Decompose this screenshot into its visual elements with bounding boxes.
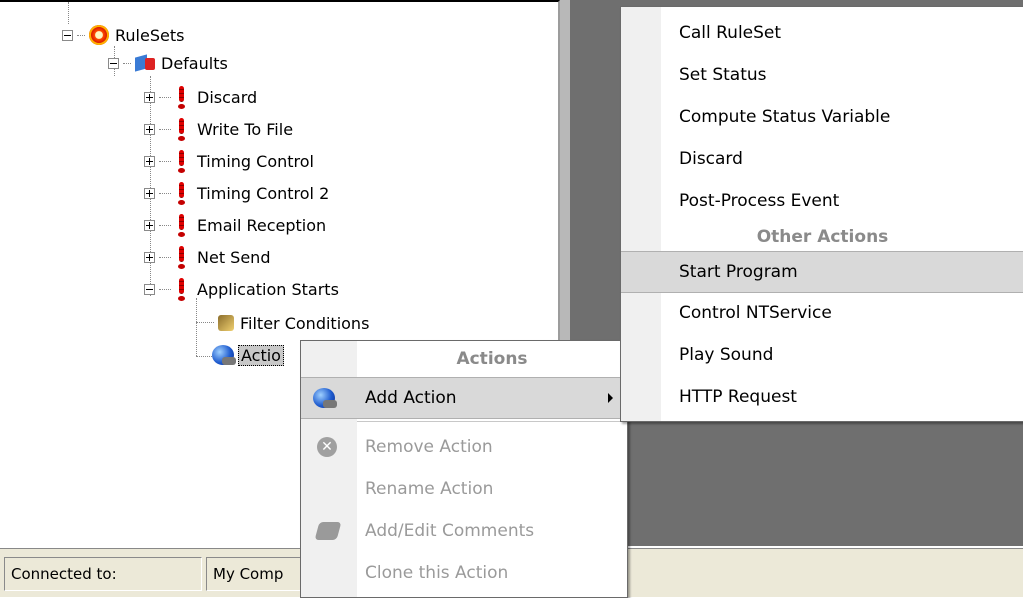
submenu-item[interactable]: Compute Status Variable [621, 97, 1023, 137]
tree-node-filter-conditions[interactable]: Filter Conditions [218, 310, 369, 336]
submenu-item[interactable]: Play Sound [621, 335, 1023, 375]
tree-node-label: Filter Conditions [240, 313, 370, 333]
filter-icon [218, 315, 234, 331]
expand-icon[interactable] [144, 251, 155, 263]
tree-node-label: Discard [197, 87, 258, 107]
tree-node-label: Defaults [161, 53, 228, 73]
comment-icon [314, 522, 342, 540]
remove-icon: ✕ [317, 437, 337, 457]
tree-node-timing-control-2[interactable]: Timing Control 2 [144, 180, 329, 206]
tree-node-email-reception[interactable]: Email Reception [144, 212, 326, 238]
expand-icon[interactable] [144, 91, 155, 103]
submenu-item[interactable]: Call RuleSet [621, 13, 1023, 53]
tree-node-label: Write To File [197, 119, 294, 139]
collapse-icon[interactable] [144, 283, 155, 295]
context-menu: Actions Add Action ✕ Remove Action Renam… [300, 340, 628, 598]
tree-line [196, 298, 197, 356]
other-actions-header: Other Actions [756, 227, 889, 247]
expand-icon[interactable] [144, 219, 155, 231]
tree-node-rulesets[interactable]: RuleSets [62, 22, 184, 48]
expand-icon[interactable] [144, 155, 155, 167]
actions-icon [212, 345, 236, 365]
tree-node-label: Timing Control 2 [197, 183, 330, 203]
status-computer: My Comp [206, 557, 306, 591]
submenu-item[interactable]: HTTP Request [621, 377, 1023, 417]
tree-node-label: Net Send [197, 247, 271, 267]
tree-node-label: Email Reception [197, 215, 327, 235]
defaults-icon [135, 54, 155, 72]
tree-node-label: Application Starts [197, 279, 339, 299]
submenu-item[interactable]: Post-Process Event [621, 181, 1023, 221]
tree-line [196, 356, 212, 357]
submenu-item[interactable]: Discard [621, 139, 1023, 179]
submenu-arrow-icon [608, 393, 613, 403]
submenu-item[interactable]: Control NTService [621, 293, 1023, 333]
tree-node-label: Actio [238, 344, 284, 366]
rename-action-menu-item[interactable]: Rename Action [301, 469, 627, 509]
add-action-submenu: Call RuleSet Set Status Compute Status V… [620, 6, 1023, 422]
context-menu-header: Actions [456, 349, 528, 369]
tree-node-application-starts[interactable]: Application Starts [144, 276, 339, 302]
collapse-icon[interactable] [108, 57, 119, 69]
menu-separator [357, 421, 627, 422]
add-action-icon [313, 388, 337, 408]
tree-node-write-to-file[interactable]: Write To File [144, 116, 293, 142]
tree-line [196, 322, 214, 323]
submenu-item[interactable]: Set Status [621, 55, 1023, 95]
expand-icon[interactable] [144, 187, 155, 199]
tree-node-net-send[interactable]: Net Send [144, 244, 270, 270]
submenu-item-start-program[interactable]: Start Program [621, 251, 1023, 293]
rule-icon [175, 276, 187, 302]
rulesets-icon [89, 25, 109, 45]
remove-action-menu-item[interactable]: ✕ Remove Action [301, 427, 627, 467]
rule-icon [175, 244, 187, 270]
tree-node-label: RuleSets [115, 25, 185, 45]
add-action-menu-item[interactable]: Add Action [301, 377, 627, 419]
tree-node-timing-control[interactable]: Timing Control [144, 148, 314, 174]
rule-icon [175, 212, 187, 238]
status-connected-label: Connected to: [4, 557, 202, 591]
tree-node-actions[interactable]: Actio [212, 342, 284, 368]
tree-node-discard[interactable]: Discard [144, 84, 257, 110]
collapse-icon[interactable] [62, 29, 73, 41]
expand-icon[interactable] [144, 123, 155, 135]
rule-icon [175, 180, 187, 206]
comments-menu-item[interactable]: Add/Edit Comments [301, 511, 627, 551]
tree-line [68, 2, 69, 24]
tree-node-defaults[interactable]: Defaults [108, 50, 228, 76]
rule-icon [175, 84, 187, 110]
tree-node-label: Timing Control [197, 151, 314, 171]
clone-action-menu-item[interactable]: Clone this Action [301, 553, 627, 593]
rule-icon [175, 148, 187, 174]
rule-icon [175, 116, 187, 142]
